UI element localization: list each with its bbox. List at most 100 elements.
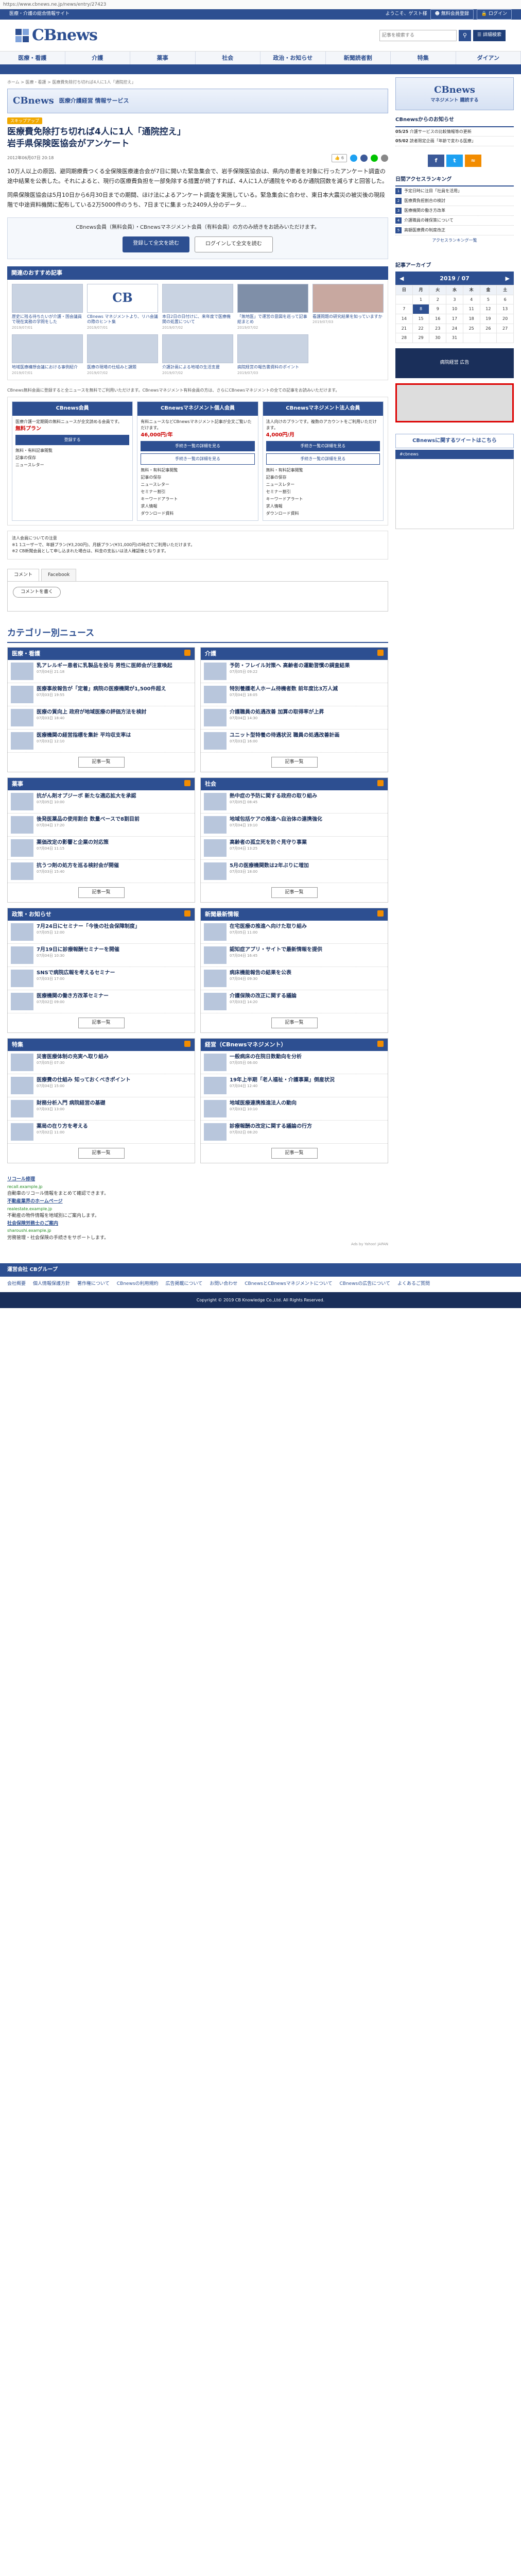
plan-detail-button[interactable]: 手続き一覧の詳細を見る [266, 453, 380, 465]
footer-link[interactable]: 著作権について [77, 1281, 110, 1287]
rss-icon[interactable] [184, 1040, 190, 1047]
rss-icon[interactable] [377, 649, 384, 656]
facebook-icon[interactable]: f [428, 154, 444, 167]
more-button[interactable]: 記事一覧 [271, 756, 318, 768]
ad-link-item[interactable]: リコール修理 recall.example.jp 自動車のリコール情報をまとめて確認… [7, 1176, 388, 1198]
facebook-icon[interactable] [360, 154, 368, 162]
tab-comments[interactable]: コメント [7, 569, 40, 582]
calendar-day[interactable]: 5 [479, 294, 497, 305]
site-logo[interactable]: CBnews [15, 24, 98, 47]
category-news-item[interactable]: 医療費の仕組み 知っておくべきポイント 07月04日 15:00 [8, 1074, 195, 1097]
footer-link[interactable]: お問い合わせ [210, 1281, 237, 1287]
calendar-day[interactable]: 22 [412, 323, 430, 334]
calendar-day[interactable]: 7 [395, 304, 413, 314]
rss-icon[interactable] [377, 910, 384, 917]
category-news-item[interactable]: 熱中症の予防に関する政府の取り組み 07月05日 08:45 [201, 790, 388, 814]
footer-link[interactable]: CBnewsの広告について [340, 1281, 390, 1287]
category-news-item[interactable]: ユニット型特養の待遇状況 職員の処遇改善計画 07月03日 16:00 [201, 730, 388, 753]
category-news-item[interactable]: 医療機関の経営指標を集計 平均収支率は 07月03日 12:10 [8, 730, 195, 753]
calendar-day[interactable]: 10 [446, 304, 463, 314]
nav-item[interactable]: ダイアン [456, 52, 521, 64]
category-news-item[interactable]: 薬価改定の影響と企業の対応策 07月04日 11:15 [8, 837, 195, 860]
category-news-item[interactable]: 在宅医療の推進へ向けた取り組み 07月05日 11:00 [201, 921, 388, 944]
rec-item[interactable]: 看護問題の研究結果を知っていますか 2019/07/03 [312, 283, 384, 331]
footer-link[interactable]: よくあるご質問 [397, 1281, 430, 1287]
more-button[interactable]: 記事一覧 [78, 887, 125, 898]
footer-link[interactable]: 個人情報保護方針 [33, 1281, 70, 1287]
nav-item[interactable]: 特集 [391, 52, 456, 64]
calendar-day[interactable]: 19 [479, 314, 497, 324]
footer-link[interactable]: CBnewsの利用規約 [117, 1281, 159, 1287]
category-news-item[interactable]: 特別養護老人ホーム待機者数 前年度比3万人減 07月04日 18:05 [201, 683, 388, 706]
ranking-item[interactable]: 2 医療費負担割合の検討 [395, 196, 514, 207]
rss-icon[interactable] [377, 1040, 384, 1047]
sidebar-banner[interactable]: CBnews マネジメント 購読する [395, 77, 514, 110]
category-news-item[interactable]: 地域医療連携推進法人の動向 07月03日 10:10 [201, 1097, 388, 1121]
more-button[interactable]: 記事一覧 [271, 1017, 318, 1028]
twitter-icon[interactable]: t [446, 154, 463, 167]
calendar-day[interactable]: 25 [462, 323, 480, 334]
more-button[interactable]: 記事一覧 [78, 1147, 125, 1159]
calendar-day[interactable]: 9 [429, 304, 447, 314]
prev-month-icon[interactable]: ◀ [400, 275, 404, 283]
search-button[interactable]: ⚲ [458, 29, 471, 41]
footer-link[interactable]: 会社概要 [7, 1281, 26, 1287]
calendar-day[interactable]: 30 [429, 333, 447, 343]
calendar-day[interactable]: 28 [395, 333, 413, 343]
rss-icon[interactable]: ≈ [465, 154, 481, 167]
top-banner[interactable]: CBnews 医療介護経営 情報サービス [7, 88, 388, 113]
sidebar-ad[interactable]: 病院経営 広告 [395, 348, 514, 378]
ranking-item[interactable]: 4 介護職員の確保策について [395, 216, 514, 226]
calendar-day[interactable]: 1 [412, 294, 430, 305]
search-input[interactable] [379, 29, 457, 41]
category-news-item[interactable]: 財務分析入門 病院経営の基礎 07月03日 13:00 [8, 1097, 195, 1121]
category-news-item[interactable]: 介護職員の処遇改善 加算の取得率が上昇 07月04日 14:30 [201, 706, 388, 730]
twitter-link-button[interactable]: CBnewsに関するツイートはこちら [395, 433, 514, 449]
rss-icon[interactable] [184, 649, 190, 656]
category-news-item[interactable]: 診療報酬の改定に関する議論の行方 07月02日 08:20 [201, 1121, 388, 1144]
like-button[interactable]: 👍 6 [332, 154, 347, 162]
plan-detail-button[interactable]: 手続き一覧の詳細を見る [141, 453, 255, 465]
rss-icon[interactable] [184, 910, 190, 917]
register-read-button[interactable]: 登録して全文を読む [123, 236, 189, 252]
more-button[interactable]: 記事一覧 [78, 756, 125, 768]
ad-heading[interactable]: 社会保険労務士のご案内 [7, 1220, 388, 1228]
ad-heading[interactable]: 不動産業界のホームページ [7, 1198, 388, 1206]
nav-item[interactable]: 介護 [65, 52, 130, 64]
nav-item[interactable]: 社会 [196, 52, 260, 64]
write-comment-button[interactable]: コメントを書く [13, 587, 61, 598]
tab-facebook[interactable]: Facebook [41, 569, 77, 582]
category-news-item[interactable]: 高齢者の孤立死を防ぐ見守り事業 07月04日 13:25 [201, 837, 388, 860]
calendar-day[interactable]: 21 [395, 323, 413, 334]
more-button[interactable]: 記事一覧 [78, 1017, 125, 1028]
category-news-item[interactable]: 災害医療体制の充実へ取り組み 07月05日 07:30 [8, 1051, 195, 1074]
ranking-more-link[interactable]: アクセスランキング一覧 [395, 238, 514, 244]
calendar-day[interactable]: 18 [462, 314, 480, 324]
category-news-item[interactable]: 抗うつ剤の処方を巡る検討会が開催 07月03日 15:40 [8, 860, 195, 883]
category-news-item[interactable]: 病床機能報告の結果を公表 07月04日 09:30 [201, 967, 388, 990]
rec-item[interactable]: 介護計画による地域の生活支援 2019/07/02 [162, 334, 233, 376]
detail-search-button[interactable]: ☰ 詳細検索 [473, 29, 506, 41]
nav-item[interactable]: 新聞読者割 [326, 52, 391, 64]
rss-icon[interactable] [377, 779, 384, 786]
category-news-item[interactable]: 介護保険の改正に関する議論 07月03日 14:20 [201, 990, 388, 1013]
ranking-item[interactable]: 5 高額医療費の制度改正 [395, 226, 514, 236]
rec-item[interactable]: 地域医療構想会議における事例紹介 2019/07/01 [12, 334, 83, 376]
calendar-day[interactable]: 20 [496, 314, 514, 324]
ranking-item[interactable]: 3 医療機関の働き方改革 [395, 206, 514, 216]
category-news-item[interactable]: 5月の医療機関数は2年ぶりに増加 07月03日 18:00 [201, 860, 388, 883]
footer-link[interactable]: 広告掲載について [166, 1281, 203, 1287]
calendar-day[interactable]: 29 [412, 333, 430, 343]
plan-button[interactable]: 登録する [15, 434, 130, 445]
print-icon[interactable] [381, 154, 388, 162]
category-news-item[interactable]: 後発医薬品の使用割合 数量ベースで8割目前 07月04日 17:20 [8, 814, 195, 837]
calendar-day[interactable]: 8 [412, 304, 430, 314]
category-news-item[interactable]: 薬局の在り方を考える 07月02日 11:00 [8, 1121, 195, 1144]
calendar-day[interactable]: 3 [446, 294, 463, 305]
calendar-day[interactable]: 6 [496, 294, 514, 305]
sidebar-ad-image[interactable] [395, 383, 514, 422]
calendar-day[interactable]: 24 [446, 323, 463, 334]
category-news-item[interactable]: 医療機関の働き方改革セミナー 07月02日 09:00 [8, 990, 195, 1013]
category-news-item[interactable]: 一般病床の在院日数動向を分析 07月05日 06:00 [201, 1051, 388, 1074]
calendar-day[interactable]: 16 [429, 314, 447, 324]
